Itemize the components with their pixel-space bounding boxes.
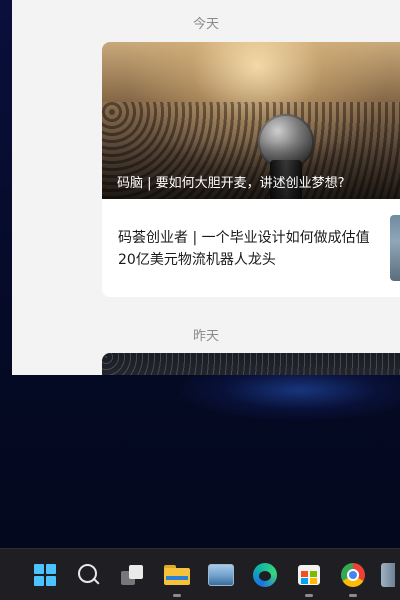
search-button[interactable] <box>73 559 105 591</box>
search-icon <box>77 563 97 583</box>
news-feed-window: 今天 码脑 | 要如何大胆开麦，讲述创业梦想? 码荟创业者 | 一个毕业设计如何… <box>12 0 400 375</box>
chrome-icon <box>341 563 365 587</box>
start-button-icon <box>34 564 56 586</box>
recycle-bin-icon <box>381 563 395 587</box>
edge-button[interactable] <box>249 559 281 591</box>
running-indicator <box>305 594 313 597</box>
desktop: 今天 码脑 | 要如何大胆开麦，讲述创业梦想? 码荟创业者 | 一个毕业设计如何… <box>0 0 400 600</box>
start-button[interactable] <box>29 559 61 591</box>
edge-icon <box>253 563 277 587</box>
photos-button[interactable] <box>205 559 237 591</box>
article-list-item[interactable]: 码荟创业者 | 一个毕业设计如何做成估值20亿美元物流机器人龙头 <box>102 199 400 297</box>
task-view-button[interactable] <box>117 559 149 591</box>
photos-icon <box>208 564 234 586</box>
article-title[interactable]: 码荟创业者 | 一个毕业设计如何做成估值20亿美元物流机器人龙头 <box>118 227 378 271</box>
microsoft-store-button[interactable] <box>293 559 325 597</box>
microsoft-store-icon <box>298 565 320 585</box>
running-indicator <box>173 594 181 597</box>
hero-title[interactable]: 码脑 | 要如何大胆开麦，讲述创业梦想? <box>117 172 345 191</box>
file-explorer-icon <box>164 565 190 585</box>
file-explorer-button[interactable] <box>161 559 193 597</box>
news-card-yesterday[interactable] <box>102 353 400 375</box>
date-label-yesterday: 昨天 <box>192 329 219 344</box>
taskbar <box>0 548 400 600</box>
chrome-button[interactable] <box>337 559 369 597</box>
news-card[interactable]: 码脑 | 要如何大胆开麦，讲述创业梦想? 码荟创业者 | 一个毕业设计如何做成估… <box>102 42 400 297</box>
article-thumbnail <box>390 215 400 281</box>
task-view-icon <box>121 565 145 585</box>
hero-image[interactable]: 码脑 | 要如何大胆开麦，讲述创业梦想? <box>102 42 400 199</box>
starry-image <box>102 353 400 375</box>
date-label-today: 今天 <box>192 17 219 32</box>
recycle-bin-button[interactable] <box>381 559 400 591</box>
running-indicator <box>349 594 357 597</box>
